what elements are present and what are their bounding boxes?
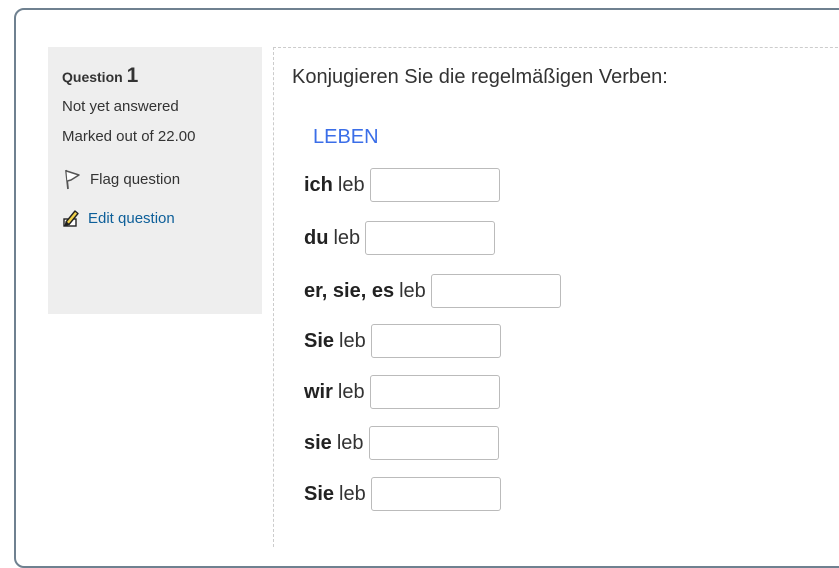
conjugation-row: Sie leb <box>304 477 501 511</box>
conjugation-input[interactable] <box>369 375 500 409</box>
pronoun-label: Sie <box>304 482 335 505</box>
pronoun-label: wir <box>304 380 333 403</box>
conjugation-input[interactable] <box>368 426 499 460</box>
conjugation-row: sie leb <box>304 426 499 460</box>
conjugation-input[interactable] <box>370 477 501 511</box>
verb-heading: LEBEN <box>313 126 379 148</box>
pronoun-label: sie <box>304 431 332 454</box>
question-label: Question <box>62 69 123 85</box>
conjugation-row: er, sie, es leb <box>304 274 561 308</box>
conjugation-row: Sie leb <box>304 324 501 358</box>
pronoun-label: er, sie, es <box>304 279 395 302</box>
question-state: Not yet answered <box>62 98 179 115</box>
pronoun-label: du <box>304 226 329 249</box>
verb-stem: leb <box>337 173 365 196</box>
conjugation-row: du leb <box>304 221 496 255</box>
pronoun-label: ich <box>304 173 333 196</box>
question-grade: Marked out of 22.00 <box>62 128 196 145</box>
question-info-panel: Question 1 Not yet answered Marked out o… <box>48 47 262 314</box>
pronoun-label: Sie <box>304 329 335 352</box>
conjugation-row: ich leb <box>304 168 500 202</box>
conjugation-row: wir leb <box>304 375 500 409</box>
verb-stem: leb <box>333 226 361 249</box>
flag-question-label: Flag question <box>90 170 181 188</box>
question-number-value: 1 <box>126 64 139 87</box>
question-number: Question 1 <box>62 65 262 88</box>
conjugation-input[interactable] <box>430 274 561 308</box>
conjugation-input[interactable] <box>365 221 496 255</box>
edit-question-label[interactable]: Edit question <box>88 210 175 227</box>
verb-stem: leb <box>339 482 366 505</box>
conjugation-input[interactable] <box>369 168 500 202</box>
verb-stem: leb <box>399 279 426 302</box>
flag-question-toggle[interactable]: Flag question <box>62 168 262 190</box>
verb-stem: leb <box>339 329 366 352</box>
verb-stem: leb <box>336 431 364 454</box>
conjugation-input[interactable] <box>370 324 501 358</box>
edit-pencil-icon <box>62 208 82 228</box>
edit-question-link[interactable]: Edit question <box>62 208 262 228</box>
question-content: Konjugieren Sie die regelmäßigen Verben:… <box>273 47 839 547</box>
flag-icon <box>62 168 84 190</box>
question-instruction: Konjugieren Sie die regelmäßigen Verben: <box>292 66 668 88</box>
verb-stem: leb <box>337 380 365 403</box>
